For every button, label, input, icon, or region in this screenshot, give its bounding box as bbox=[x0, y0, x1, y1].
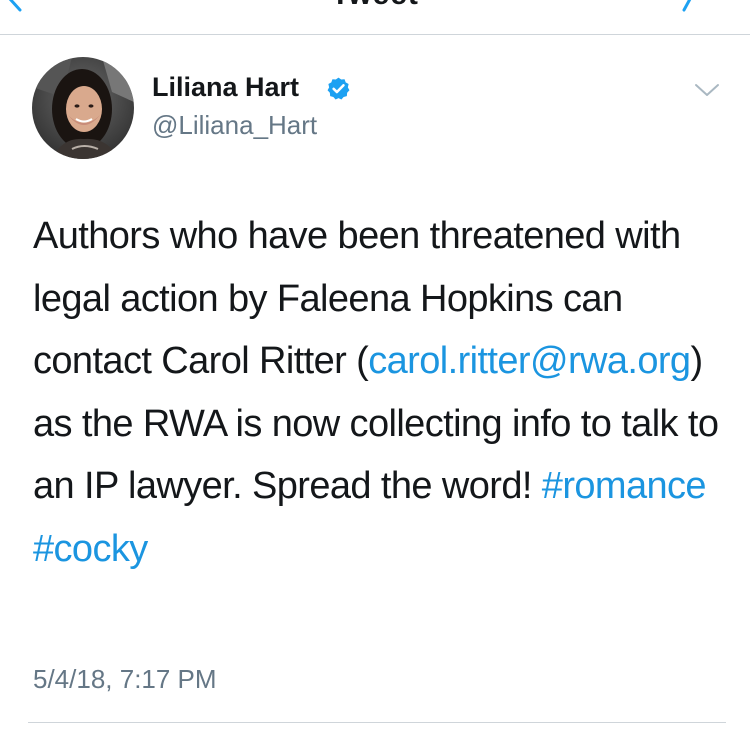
footer-divider bbox=[28, 722, 726, 723]
header-divider bbox=[0, 34, 750, 35]
chevron-right-icon[interactable] bbox=[676, 0, 702, 12]
chevron-down-icon[interactable] bbox=[694, 80, 720, 100]
author-display-name[interactable]: Liliana Hart bbox=[152, 72, 299, 103]
avatar[interactable] bbox=[32, 57, 134, 159]
avatar-photo-icon bbox=[32, 57, 134, 159]
email-link[interactable]: carol.ritter@rwa.org bbox=[368, 340, 691, 382]
hashtag-link[interactable]: #romance bbox=[542, 465, 707, 507]
navigation-bar: Tweet bbox=[0, 0, 750, 34]
author-handle[interactable]: @Liliana_Hart bbox=[152, 110, 317, 141]
page-title: Tweet bbox=[0, 0, 750, 12]
verified-badge-icon bbox=[327, 77, 350, 100]
tweet-text: Authors who have been threatened with le… bbox=[33, 205, 723, 580]
tweet-timestamp: 5/4/18, 7:17 PM bbox=[33, 664, 217, 694]
hashtag-link[interactable]: #cocky bbox=[33, 528, 148, 570]
